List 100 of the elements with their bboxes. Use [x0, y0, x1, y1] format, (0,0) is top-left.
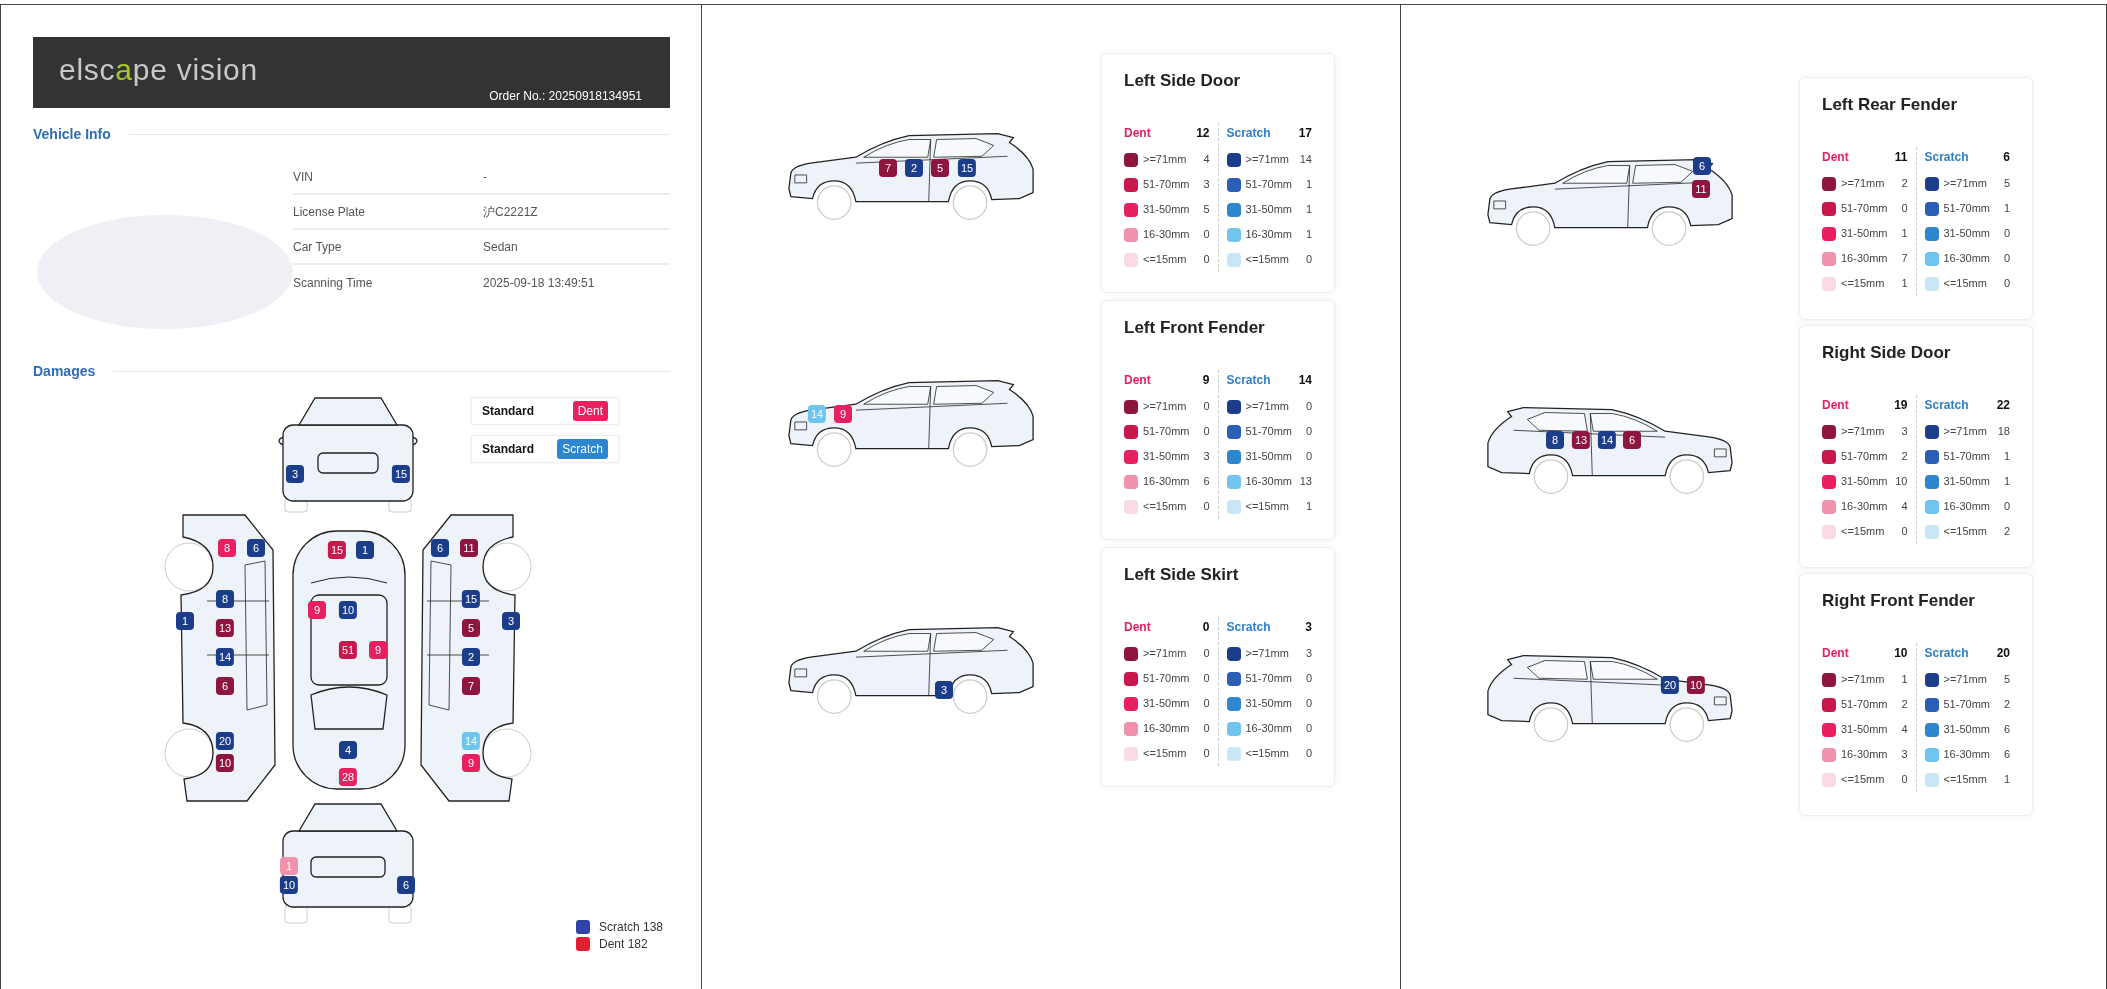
- damage-count: 0: [1203, 227, 1210, 243]
- damage-marker: 28: [338, 768, 358, 786]
- size-range: >=71mm: [1245, 646, 1289, 662]
- size-range: 51-70mm: [1143, 424, 1190, 440]
- size-range: 31-50mm: [1245, 696, 1292, 712]
- damage-count: 2: [2003, 697, 2010, 713]
- damage-count: 7: [1901, 251, 1908, 267]
- damage-marker: 14: [807, 405, 827, 423]
- size-range: <=15mm: [1245, 746, 1289, 762]
- category-total: 22: [1996, 397, 2010, 414]
- size-range: 31-50mm: [1143, 202, 1190, 218]
- damage-marker: 6: [431, 539, 449, 557]
- size-range: >=71mm: [1143, 399, 1187, 415]
- info-value: 2025-09-18 13:49:51: [483, 274, 595, 292]
- damage-count: 2: [1901, 697, 1908, 713]
- damage-count: 5: [1203, 202, 1210, 218]
- damage-count: 2: [1901, 176, 1908, 192]
- damage-marker: 8: [216, 590, 234, 608]
- size-range: <=15mm: [1245, 252, 1289, 268]
- damage-marker: 7: [462, 677, 480, 695]
- size-range: 31-50mm: [1245, 202, 1292, 218]
- size-range: 31-50mm: [1943, 226, 1990, 242]
- damage-count: 0: [1203, 746, 1210, 762]
- category-total: 10: [1894, 645, 1908, 662]
- size-range: <=15mm: [1943, 276, 1987, 292]
- size-range: 31-50mm: [1943, 474, 1990, 490]
- size-range: 51-70mm: [1841, 697, 1888, 713]
- category-total: 9: [1202, 372, 1210, 389]
- damage-count: 0: [1203, 696, 1210, 712]
- size-range: <=15mm: [1143, 252, 1187, 268]
- size-range: >=71mm: [1245, 152, 1289, 168]
- info-value: 沪C2221Z: [483, 203, 538, 221]
- size-range: >=71mm: [1245, 399, 1289, 415]
- damage-count: 0: [1901, 772, 1908, 788]
- size-range: <=15mm: [1143, 746, 1187, 762]
- damage-marker: 9: [834, 405, 852, 423]
- size-range: >=71mm: [1943, 424, 1987, 440]
- damage-count: 1: [1901, 672, 1908, 688]
- size-range: <=15mm: [1841, 276, 1885, 292]
- size-range: <=15mm: [1143, 499, 1187, 515]
- damage-marker: 15: [327, 541, 347, 559]
- damage-marker: 10: [338, 601, 358, 619]
- damage-marker: 9: [308, 601, 326, 619]
- damage-marker: 4: [339, 741, 357, 759]
- damage-marker: 2: [905, 159, 923, 177]
- size-range: 16-30mm: [1841, 747, 1888, 763]
- damage-count: 13: [1299, 474, 1312, 490]
- category-total: 14: [1298, 372, 1312, 389]
- card-title: Left Rear Fender: [1822, 94, 1959, 116]
- size-range: 31-50mm: [1841, 722, 1888, 738]
- size-range: 16-30mm: [1841, 251, 1888, 267]
- size-range: 51-70mm: [1841, 449, 1888, 465]
- damage-count: 5: [2003, 672, 2010, 688]
- damage-count: 0: [2003, 499, 2010, 515]
- damage-marker: 14: [461, 732, 481, 750]
- damage-count: 1: [2003, 201, 2010, 217]
- size-range: >=71mm: [1841, 424, 1885, 440]
- size-range: <=15mm: [1841, 524, 1885, 540]
- category-total: 11: [1894, 149, 1908, 166]
- size-range: 31-50mm: [1245, 449, 1292, 465]
- damage-marker: 3: [502, 612, 520, 630]
- info-value: -: [483, 168, 487, 186]
- damage-count: 2: [2003, 524, 2010, 540]
- size-range: >=71mm: [1143, 152, 1187, 168]
- damage-count: 1: [1305, 499, 1312, 515]
- category-total: 12: [1196, 125, 1210, 142]
- damage-count: 6: [2003, 722, 2010, 738]
- category-label: Dent: [1124, 125, 1151, 142]
- size-range: 51-70mm: [1943, 449, 1990, 465]
- standard-label: Standard: [482, 441, 534, 458]
- damage-marker: 5: [931, 159, 949, 177]
- category-total: 19: [1894, 397, 1908, 414]
- order-number: Order No.: 20250918134951: [489, 88, 642, 105]
- damage-count: 1: [1305, 227, 1312, 243]
- damage-count: 0: [1305, 399, 1312, 415]
- damage-count: 0: [2003, 226, 2010, 242]
- damage-type-badge: Dent: [572, 401, 608, 421]
- size-range: 51-70mm: [1143, 177, 1190, 193]
- size-range: 31-50mm: [1841, 226, 1888, 242]
- size-range: 16-30mm: [1245, 474, 1292, 490]
- damage-count: 0: [1203, 721, 1210, 737]
- damage-count: 3: [1901, 424, 1908, 440]
- info-label: VIN: [293, 168, 314, 186]
- damage-count: 0: [1203, 424, 1210, 440]
- damage-marker: 10: [215, 754, 235, 772]
- size-range: >=71mm: [1143, 646, 1187, 662]
- info-label: Car Type: [293, 238, 343, 256]
- info-value: Sedan: [483, 238, 518, 256]
- size-range: 31-50mm: [1143, 696, 1190, 712]
- damage-marker: 9: [369, 641, 387, 659]
- damage-marker: 1: [280, 857, 298, 875]
- damage-count: 1: [2003, 772, 2010, 788]
- damage-count: 6: [2003, 747, 2010, 763]
- damage-count: 14: [1299, 152, 1312, 168]
- category-label: Scratch: [1226, 125, 1271, 142]
- damage-count: 1: [2003, 449, 2010, 465]
- category-label: Scratch: [1924, 645, 1969, 662]
- damage-count: 1: [1305, 202, 1312, 218]
- size-range: 51-70mm: [1143, 671, 1190, 687]
- damage-marker: 14: [215, 648, 235, 666]
